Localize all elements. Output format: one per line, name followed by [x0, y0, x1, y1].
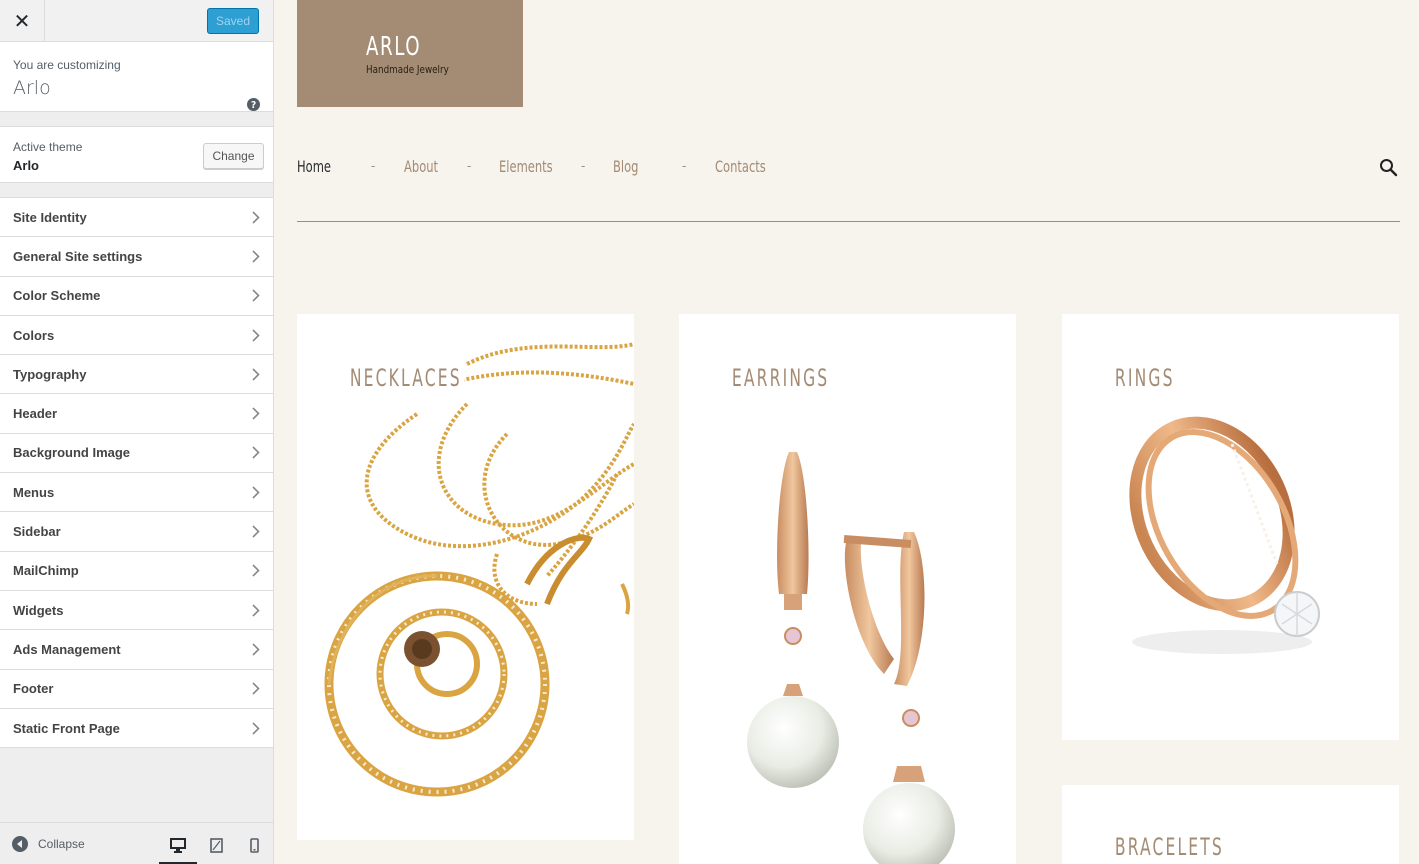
- section-sidebar[interactable]: Sidebar: [0, 512, 273, 552]
- chevron-right-icon: [252, 328, 260, 342]
- chevron-right-icon: [252, 250, 260, 263]
- section-label: Widgets: [13, 602, 64, 618]
- section-typography[interactable]: Typography: [0, 355, 273, 395]
- nav-separator: -: [581, 158, 586, 173]
- section-label: Footer: [13, 681, 54, 697]
- chevron-right-icon: [252, 368, 260, 381]
- category-title: EARRINGS: [729, 364, 833, 392]
- search-icon[interactable]: [1379, 158, 1398, 177]
- chevron-right-icon: [252, 604, 260, 617]
- site-preview: ARLO Handmade Jewelry Home - About - Ele…: [274, 0, 1419, 864]
- earrings-image: [747, 452, 955, 864]
- section-ads-management[interactable]: Ads Management: [0, 630, 273, 670]
- question-circle-icon[interactable]: ?: [247, 98, 260, 111]
- category-card-rings[interactable]: RINGS: [1062, 314, 1399, 740]
- site-logo[interactable]: ARLO Handmade Jewelry: [297, 0, 523, 107]
- customizer-footer: Collapse: [0, 822, 273, 864]
- section-colors[interactable]: Colors: [0, 315, 273, 356]
- saved-button[interactable]: Saved: [207, 8, 259, 34]
- tablet-icon[interactable]: [206, 835, 226, 855]
- section-mailchimp[interactable]: MailChimp: [0, 551, 273, 591]
- chevron-right-icon: [252, 721, 260, 735]
- category-title: NECKLACES: [347, 364, 465, 392]
- chevron-right-icon: [252, 407, 260, 420]
- desktop-icon[interactable]: [159, 835, 197, 864]
- section-label: Colors: [13, 327, 55, 343]
- chevron-right-icon: [252, 289, 260, 302]
- site-name: Arlo: [13, 77, 51, 99]
- customizer-header: ✕ Saved: [0, 0, 273, 42]
- chevron-right-icon: [252, 682, 260, 695]
- close-icon[interactable]: ✕: [0, 0, 45, 42]
- customizer-info: You are customizing Arlo ?: [0, 42, 273, 112]
- customizer-sections: Site Identity General Site settings Colo…: [0, 197, 273, 749]
- collapse-button[interactable]: Collapse: [12, 836, 85, 852]
- section-label: Typography: [13, 366, 87, 382]
- chevron-right-icon: [252, 486, 260, 499]
- nav-item-contacts[interactable]: Contacts: [715, 157, 766, 176]
- section-general-site-settings[interactable]: General Site settings: [0, 237, 273, 277]
- category-title: BRACELETS: [1112, 833, 1227, 861]
- section-footer[interactable]: Footer: [0, 669, 273, 709]
- logo-title: ARLO: [366, 32, 422, 62]
- collapse-arrow-icon: [12, 836, 28, 852]
- section-label: General Site settings: [13, 248, 143, 264]
- nav-item-about[interactable]: About: [404, 157, 438, 176]
- chevron-right-icon: [252, 446, 260, 459]
- category-card-bracelets[interactable]: BRACELETS: [1062, 785, 1399, 864]
- section-label: Sidebar: [13, 524, 61, 540]
- nav-separator: -: [682, 158, 687, 173]
- chevron-right-icon: [252, 643, 260, 656]
- section-widgets[interactable]: Widgets: [0, 590, 273, 631]
- nav-separator: -: [467, 158, 472, 173]
- category-title: RINGS: [1112, 364, 1178, 392]
- chevron-right-icon: [252, 564, 260, 577]
- customizer-sidebar: ✕ Saved You are customizing Arlo ? Activ…: [0, 0, 274, 864]
- nav-item-elements[interactable]: Elements: [499, 157, 553, 176]
- category-card-necklaces[interactable]: NECKLACES: [297, 314, 634, 840]
- section-label: Color Scheme: [13, 288, 101, 304]
- section-label: Menus: [13, 484, 55, 500]
- section-site-identity[interactable]: Site Identity: [0, 198, 273, 238]
- section-label: Site Identity: [13, 209, 87, 225]
- section-static-front-page[interactable]: Static Front Page: [0, 708, 273, 749]
- necklace-image: [324, 342, 634, 797]
- header-divider: [297, 221, 1400, 222]
- nav-item-home[interactable]: Home: [297, 157, 331, 176]
- section-label: Header: [13, 406, 58, 422]
- section-header[interactable]: Header: [0, 394, 273, 434]
- section-label: Ads Management: [13, 641, 121, 657]
- logo-subtitle: Handmade Jewelry: [366, 63, 449, 76]
- section-background-image[interactable]: Background Image: [0, 433, 273, 474]
- nav-separator: -: [371, 158, 376, 173]
- nav-item-blog[interactable]: Blog: [613, 157, 638, 176]
- section-label: Background Image: [13, 445, 131, 461]
- chevron-right-icon: [252, 211, 260, 224]
- chevron-right-icon: [252, 525, 260, 538]
- section-label: MailChimp: [13, 563, 79, 579]
- section-label: Static Front Page: [13, 720, 120, 736]
- category-card-earrings[interactable]: EARRINGS: [679, 314, 1016, 864]
- mobile-icon[interactable]: [244, 835, 264, 855]
- change-theme-button[interactable]: Change: [203, 143, 264, 169]
- collapse-label: Collapse: [38, 837, 85, 851]
- svg-text:?: ?: [251, 100, 256, 111]
- section-color-scheme[interactable]: Color Scheme: [0, 276, 273, 316]
- active-theme-panel: Active theme Arlo Change: [0, 126, 273, 183]
- customizing-label: You are customizing: [13, 58, 121, 72]
- section-menus[interactable]: Menus: [0, 473, 273, 513]
